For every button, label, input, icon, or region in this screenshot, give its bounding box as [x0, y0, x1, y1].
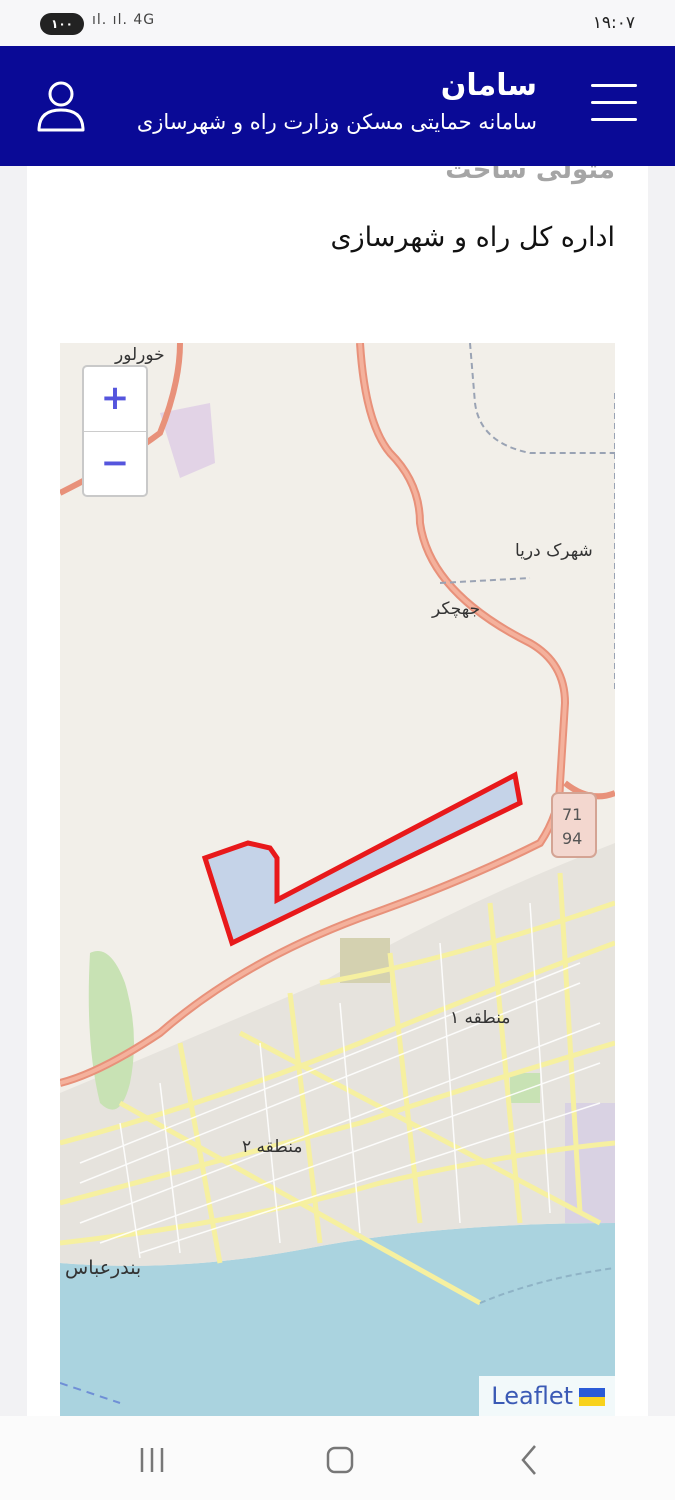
- clock: ۱۹:۰۷: [592, 13, 635, 33]
- ukraine-flag-icon: [579, 1388, 605, 1406]
- app-subtitle: سامانه حمایتی مسکن وزارت راه و شهرسازی: [136, 110, 537, 134]
- map-label-mantaqe2: منطقه ۲: [242, 1137, 303, 1157]
- status-bar: ۱۰۰ ıl. ıl. 4G ۱۹:۰۷: [0, 0, 675, 46]
- map-label-bandar-abbas: بندرعباس: [65, 1257, 142, 1279]
- app-title: سامان: [440, 68, 537, 103]
- battery-indicator: ۱۰۰: [40, 13, 84, 35]
- map-tiles: [60, 343, 615, 1416]
- zoom-in-button[interactable]: +: [84, 367, 146, 432]
- app-header: سامان سامانه حمایتی مسکن وزارت راه و شهر…: [0, 46, 675, 166]
- home-icon[interactable]: [320, 1440, 360, 1480]
- map-label-mantaqe1: منطقه ۱: [450, 1008, 511, 1028]
- back-icon[interactable]: [510, 1440, 550, 1480]
- builder-label: متولی ساخت: [445, 166, 615, 185]
- network-type: 4G: [133, 12, 156, 28]
- road-shield-71: 71: [562, 805, 583, 824]
- builder-value: اداره کل راه و شهرسازی: [330, 222, 615, 253]
- recent-apps-icon[interactable]: [132, 1440, 172, 1480]
- user-profile-icon[interactable]: [36, 80, 86, 132]
- map-label-khorlor: خورلور: [115, 345, 165, 365]
- hamburger-menu-icon[interactable]: [591, 84, 637, 124]
- road-shield-94: 94: [562, 829, 583, 848]
- location-map[interactable]: خورلور شهرک دریا جهچکر منطقه ۱ منطقه ۲ ب…: [60, 343, 615, 1416]
- map-attribution[interactable]: Leaflet: [479, 1376, 615, 1416]
- zoom-out-button[interactable]: −: [84, 432, 146, 496]
- system-nav-bar: [0, 1416, 675, 1500]
- map-label-shahrak-darya: شهرک دریا: [515, 541, 593, 561]
- zoom-control: + −: [82, 365, 148, 497]
- leaflet-link[interactable]: Leaflet: [491, 1382, 573, 1410]
- signal-icon: ıl. ıl. 4G: [92, 12, 156, 28]
- map-label-jahchekar: جهچکر: [432, 599, 481, 619]
